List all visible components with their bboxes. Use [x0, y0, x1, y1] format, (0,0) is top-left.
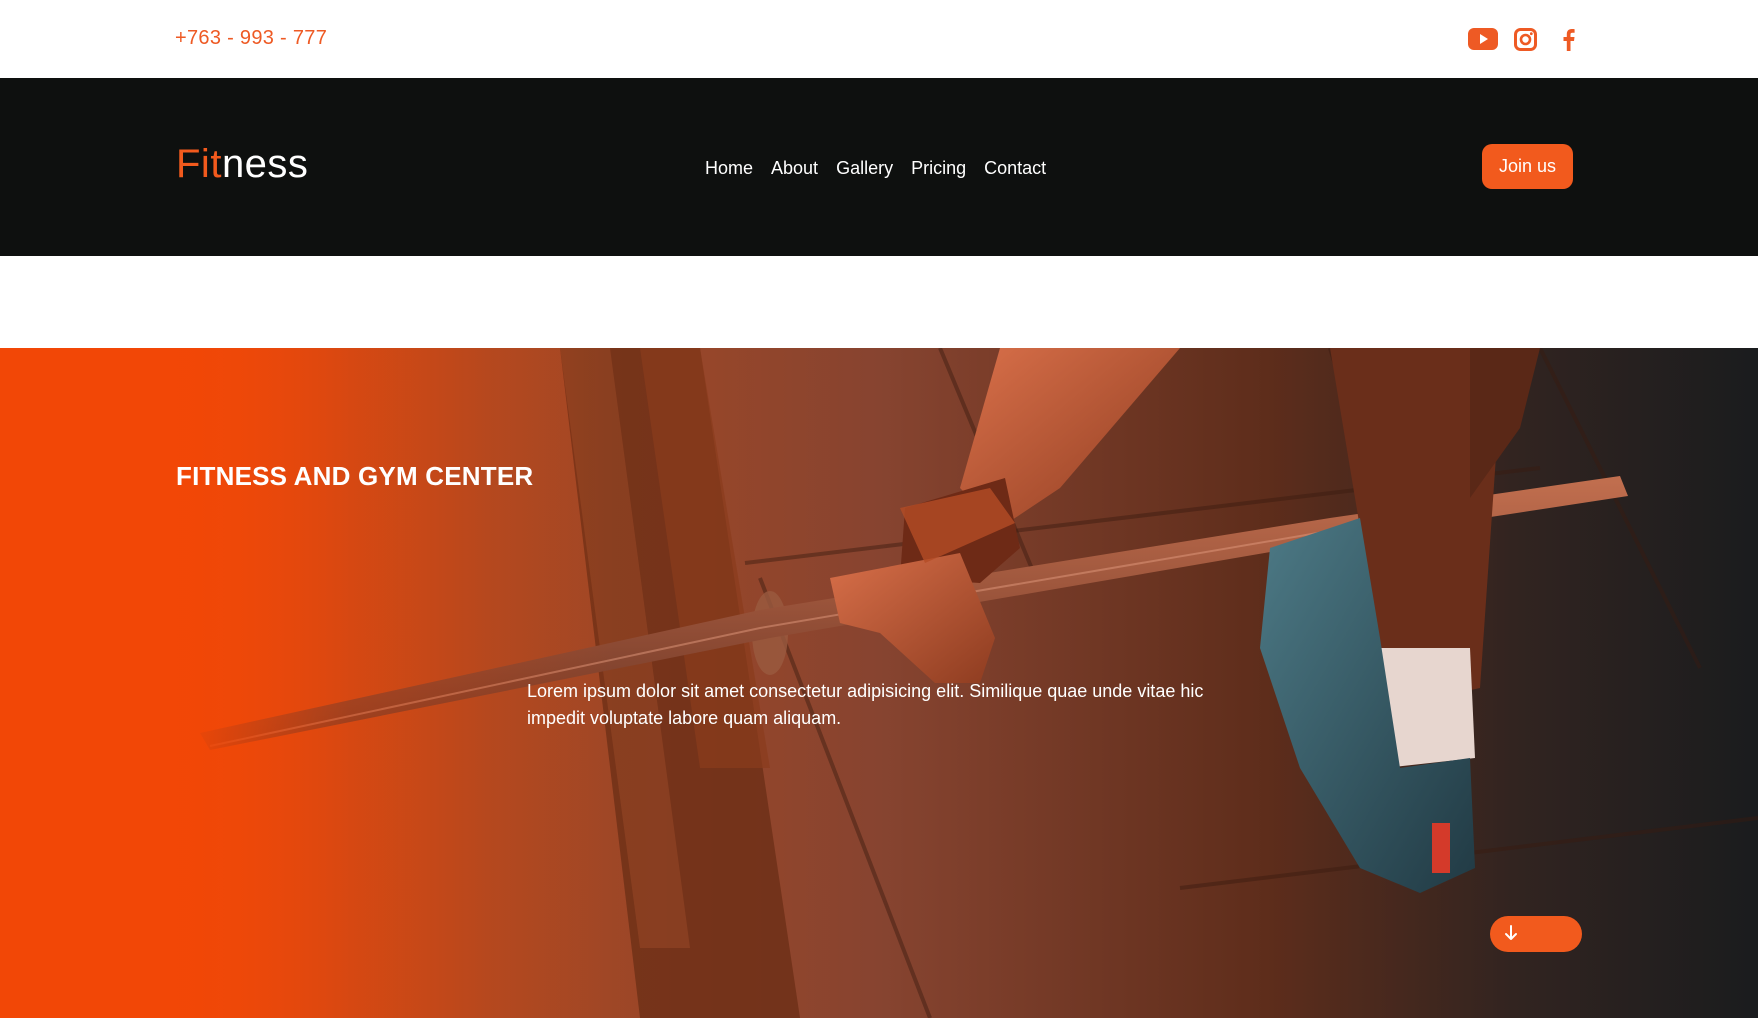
join-us-button[interactable]: Join us — [1482, 144, 1573, 189]
page: +763 - 993 - 777 Fitness Home About Gall… — [0, 0, 1758, 1018]
arrow-down-icon — [1505, 925, 1517, 940]
instagram-icon[interactable] — [1512, 24, 1538, 54]
top-bar: +763 - 993 - 777 — [0, 0, 1758, 78]
nav-menu: Home About Gallery Pricing Contact — [705, 158, 1064, 179]
hero-description: Lorem ipsum dolor sit amet consectetur a… — [527, 681, 1204, 728]
logo-rest: ness — [221, 142, 309, 186]
nav-link-about[interactable]: About — [771, 158, 818, 179]
main-navbar: Fitness Home About Gallery Pricing Conta… — [0, 78, 1758, 256]
hero-title: FITNESS AND GYM CENTER — [176, 461, 534, 491]
nav-link-contact[interactable]: Contact — [984, 158, 1046, 179]
youtube-icon[interactable] — [1467, 24, 1499, 54]
facebook-icon[interactable] — [1558, 24, 1578, 54]
nav-link-home[interactable]: Home — [705, 158, 753, 179]
logo-accent: Fit — [176, 142, 222, 186]
scroll-down-button[interactable] — [1490, 916, 1582, 952]
nav-link-pricing[interactable]: Pricing — [911, 158, 966, 179]
site-logo[interactable]: Fitness — [176, 144, 308, 184]
nav-link-gallery[interactable]: Gallery — [836, 158, 893, 179]
hero-section: FITNESS AND GYM CENTER Lorem ipsum dolor… — [0, 348, 1758, 1018]
phone-number: +763 - 993 - 777 — [175, 27, 328, 49]
